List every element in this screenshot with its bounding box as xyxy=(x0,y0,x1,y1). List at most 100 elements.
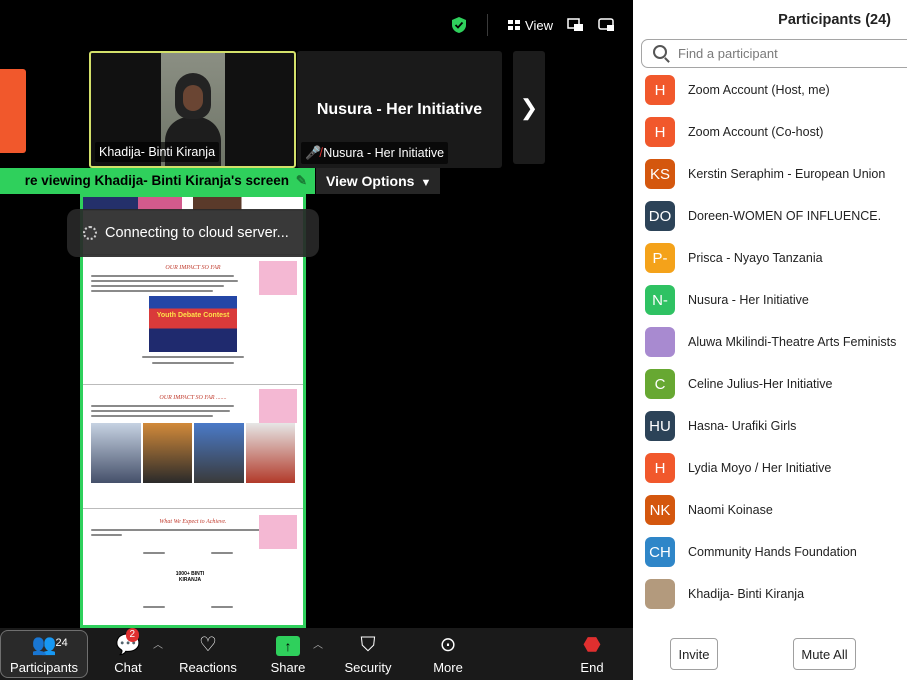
event-photos xyxy=(91,423,295,483)
poster-text: Youth Debate Contest xyxy=(156,312,230,319)
view-label: View xyxy=(525,17,553,33)
more-label: More xyxy=(433,659,463,675)
encryption-shield-icon[interactable] xyxy=(451,16,467,34)
share-options-caret-icon[interactable]: ︿ xyxy=(313,636,323,651)
next-page-arrow[interactable]: ❯ xyxy=(513,51,545,164)
viewing-text: re viewing Khadija- Binti Kiranja's scre… xyxy=(24,173,289,188)
picture-in-picture-icon[interactable] xyxy=(567,18,584,32)
reactions-button[interactable]: ♡ Reactions xyxy=(172,628,244,680)
pink-sticky-note xyxy=(259,515,297,549)
more-icon: ⊙ xyxy=(439,633,457,656)
video-tile-nusura[interactable]: Nusura - Her Initiative 🎤̸ Nusura - Her I… xyxy=(297,51,502,168)
avatar: H xyxy=(645,453,675,483)
view-options-button[interactable]: View Options ▼ xyxy=(316,168,440,194)
participant-list: H Zoom Account (Host, me) H Zoom Account (C… xyxy=(633,69,907,615)
participant-name: Zoom Account (Host, me) xyxy=(688,83,830,97)
participant-name: Prisca - Nyayo Tanzania xyxy=(688,251,823,265)
avatar: H xyxy=(645,75,675,105)
more-button[interactable]: ⊙ More xyxy=(420,628,476,680)
participant-search-input[interactable] xyxy=(641,39,907,68)
mic-muted-icon: 🎤̸ xyxy=(305,145,322,160)
top-bar: View xyxy=(451,14,615,36)
annotate-icon[interactable]: ✎ xyxy=(296,168,307,194)
doc-section-impact: OUR IMPACT SO FAR Youth Debate Contest xyxy=(83,255,303,385)
avatar: HU xyxy=(645,411,675,441)
invite-button[interactable]: Invite xyxy=(670,638,718,670)
participant-row[interactable]: C Celine Julius-Her Initiative xyxy=(633,363,907,405)
avatar: H xyxy=(645,117,675,147)
participant-name: Community Hands Foundation xyxy=(688,545,857,559)
participants-button[interactable]: 👥 24 Participants xyxy=(0,630,88,678)
participant-name: Nusura - Her Initiative xyxy=(688,293,809,307)
participant-row[interactable]: CH Community Hands Foundation xyxy=(633,531,907,573)
mute-all-button[interactable]: Mute All xyxy=(793,638,856,670)
participant-name: Kerstin Seraphim - European Union xyxy=(688,167,886,181)
loading-spinner-icon xyxy=(83,226,97,240)
search-icon xyxy=(653,45,667,59)
participant-row[interactable]: H Zoom Account (Co-host) xyxy=(633,111,907,153)
chat-unread-badge: 2 xyxy=(125,627,140,642)
participant-row[interactable]: Khadija- Binti Kiranja xyxy=(633,573,907,615)
end-call-icon: ⬣ xyxy=(583,633,601,656)
chevron-right-icon: ❯ xyxy=(519,94,539,120)
security-label: Security xyxy=(344,659,392,675)
connecting-toast: Connecting to cloud server... xyxy=(67,209,319,257)
diagram-center-text: 1000+ BINTI KIRANJA xyxy=(175,571,205,583)
participant-row[interactable]: NK Naomi Koinase xyxy=(633,489,907,531)
participants-count: 24 xyxy=(55,636,68,649)
chat-button[interactable]: 💬 2 Chat xyxy=(98,627,158,680)
participants-panel: Participants (24) H Zoom Account (Host, m… xyxy=(633,0,907,680)
doc-section-impact-2: OUR IMPACT SO FAR ....... xyxy=(83,385,303,509)
participant-row[interactable]: H Zoom Account (Host, me) xyxy=(633,69,907,111)
participant-row[interactable]: KS Kerstin Seraphim - European Union xyxy=(633,153,907,195)
chat-options-caret-icon[interactable]: ︿ xyxy=(153,636,163,651)
view-options-label: View Options xyxy=(326,173,415,189)
avatar: P- xyxy=(645,243,675,273)
view-button[interactable]: View xyxy=(508,18,553,33)
participant-name: Doreen-WOMEN OF INFLUENCE. xyxy=(688,209,882,223)
avatar: DO xyxy=(645,201,675,231)
participant-row[interactable]: DO Doreen-WOMEN OF INFLUENCE. xyxy=(633,195,907,237)
security-shield-icon: ⛉ xyxy=(360,633,376,656)
meeting-toolbar: 👥 24 Participants 💬 2 Chat ︿ ♡ Reactions ↑… xyxy=(0,627,633,680)
minimize-window-icon[interactable] xyxy=(598,18,615,32)
participant-row[interactable]: HU Hasna- Urafiki Girls xyxy=(633,405,907,447)
video-tile-khadija[interactable]: Khadija- Binti Kiranja xyxy=(89,51,296,168)
doc-section-expect: What We Expect to Achieve. 1000+ BINTI K… xyxy=(83,509,303,625)
chat-icon: 💬 2 xyxy=(115,627,141,656)
participant-row[interactable]: Aluwa Mkilindi-Theatre Arts Feminists xyxy=(633,321,907,363)
participant-row[interactable]: P- Prisca - Nyayo Tanzania xyxy=(633,237,907,279)
pink-sticky-note xyxy=(259,261,297,295)
chevron-down-icon: ▼ xyxy=(420,177,432,189)
share-label: Share xyxy=(270,659,306,675)
video-tile-partial[interactable] xyxy=(0,69,26,153)
participant-name-tag: Khadija- Binti Kiranja xyxy=(95,142,220,162)
debate-contest-poster: Youth Debate Contest xyxy=(149,296,237,352)
participant-row[interactable]: N- Nusura - Her Initiative xyxy=(633,279,907,321)
end-button[interactable]: ⬣ End xyxy=(568,628,616,680)
meeting-area: View Khadija- Binti Kiranja Nusura - Her… xyxy=(0,0,633,680)
share-button[interactable]: ↑ Share xyxy=(258,628,318,680)
end-label: End xyxy=(580,659,604,675)
participant-name: Nusura - Her Initiative xyxy=(323,146,445,160)
screen-share-banner: re viewing Khadija- Binti Kiranja's scre… xyxy=(0,168,315,194)
heart-icon: ♡ xyxy=(199,633,217,656)
security-button[interactable]: ⛉ Security xyxy=(336,628,400,680)
avatar xyxy=(645,327,675,357)
participant-name: Naomi Koinase xyxy=(688,503,773,517)
chat-label: Chat xyxy=(114,659,142,675)
panel-title: Participants (24) xyxy=(778,12,891,28)
avatar xyxy=(645,579,675,609)
participants-icon: 👥 24 xyxy=(31,633,68,656)
video-strip: Khadija- Binti Kiranja Nusura - Her Init… xyxy=(0,51,633,168)
participant-name: Khadija- Binti Kiranja xyxy=(688,587,805,601)
share-screen-icon: ↑ xyxy=(276,634,300,656)
participants-label: Participants xyxy=(10,659,78,675)
grid-icon xyxy=(508,20,521,30)
avatar: KS xyxy=(645,159,675,189)
avatar: N- xyxy=(645,285,675,315)
reactions-label: Reactions xyxy=(179,659,237,675)
participant-name: Zoom Account (Co-host) xyxy=(688,125,824,139)
shared-screen-document: OUR IMPACT SO FAR Youth Debate Contest O… xyxy=(80,194,306,628)
participant-row[interactable]: H Lydia Moyo / Her Initiative xyxy=(633,447,907,489)
